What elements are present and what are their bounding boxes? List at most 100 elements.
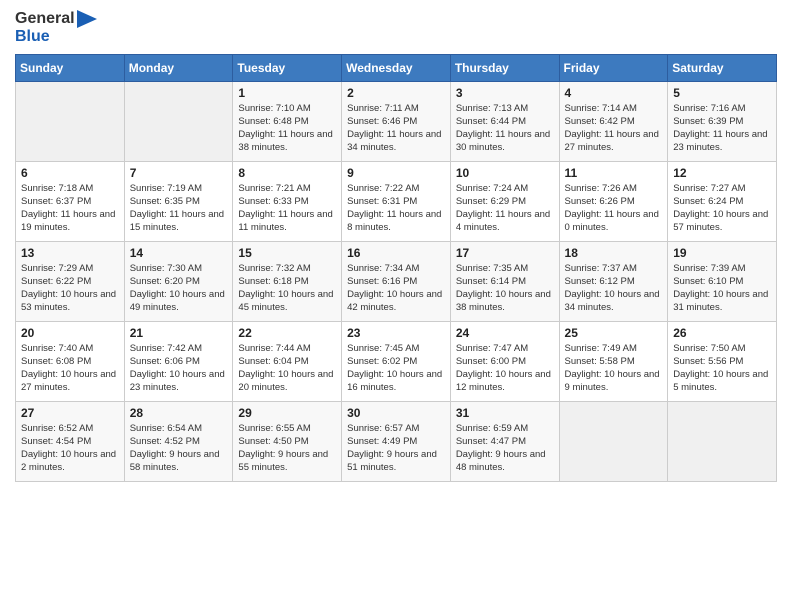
day-info: Sunrise: 7:18 AM Sunset: 6:37 PM Dayligh…: [21, 182, 119, 235]
day-number: 16: [347, 246, 445, 260]
day-info: Sunrise: 6:55 AM Sunset: 4:50 PM Dayligh…: [238, 422, 336, 475]
day-info: Sunrise: 7:26 AM Sunset: 6:26 PM Dayligh…: [565, 182, 663, 235]
day-number: 1: [238, 86, 336, 100]
day-header-monday: Monday: [124, 54, 233, 81]
calendar-header: SundayMondayTuesdayWednesdayThursdayFrid…: [16, 54, 777, 81]
day-info: Sunrise: 7:42 AM Sunset: 6:06 PM Dayligh…: [130, 342, 228, 395]
day-number: 28: [130, 406, 228, 420]
calendar-table: SundayMondayTuesdayWednesdayThursdayFrid…: [15, 54, 777, 482]
day-info: Sunrise: 7:30 AM Sunset: 6:20 PM Dayligh…: [130, 262, 228, 315]
calendar-cell: [559, 401, 668, 481]
day-number: 9: [347, 166, 445, 180]
day-info: Sunrise: 7:13 AM Sunset: 6:44 PM Dayligh…: [456, 102, 554, 155]
calendar-cell: 7 Sunrise: 7:19 AM Sunset: 6:35 PM Daylig…: [124, 161, 233, 241]
day-info: Sunrise: 7:14 AM Sunset: 6:42 PM Dayligh…: [565, 102, 663, 155]
logo-general: General: [15, 10, 75, 28]
calendar-cell: [16, 81, 125, 161]
day-number: 19: [673, 246, 771, 260]
week-row-2: 6 Sunrise: 7:18 AM Sunset: 6:37 PM Daylig…: [16, 161, 777, 241]
day-number: 26: [673, 326, 771, 340]
day-number: 10: [456, 166, 554, 180]
calendar-cell: 14Sunrise: 7:30 AM Sunset: 6:20 PM Dayli…: [124, 241, 233, 321]
day-number: 23: [347, 326, 445, 340]
day-info: Sunrise: 7:27 AM Sunset: 6:24 PM Dayligh…: [673, 182, 771, 235]
day-info: Sunrise: 7:45 AM Sunset: 6:02 PM Dayligh…: [347, 342, 445, 395]
day-number: 20: [21, 326, 119, 340]
calendar-cell: [124, 81, 233, 161]
calendar-cell: 20 Sunrise: 7:40 AM Sunset: 6:08 PM Dayli…: [16, 321, 125, 401]
calendar-cell: 3Sunrise: 7:13 AM Sunset: 6:44 PM Daylig…: [450, 81, 559, 161]
calendar-cell: 17 Sunrise: 7:35 AM Sunset: 6:14 PM Dayli…: [450, 241, 559, 321]
week-row-5: 27 Sunrise: 6:52 AM Sunset: 4:54 PM Dayli…: [16, 401, 777, 481]
day-info: Sunrise: 6:52 AM Sunset: 4:54 PM Dayligh…: [21, 422, 119, 475]
day-info: Sunrise: 7:21 AM Sunset: 6:33 PM Dayligh…: [238, 182, 336, 235]
day-info: Sunrise: 7:37 AM Sunset: 6:12 PM Dayligh…: [565, 262, 663, 315]
calendar-cell: 26Sunrise: 7:50 AM Sunset: 5:56 PM Dayli…: [668, 321, 777, 401]
calendar-cell: 15 Sunrise: 7:32 AM Sunset: 6:18 PM Dayli…: [233, 241, 342, 321]
day-info: Sunrise: 7:19 AM Sunset: 6:35 PM Dayligh…: [130, 182, 228, 235]
day-info: Sunrise: 7:11 AM Sunset: 6:46 PM Dayligh…: [347, 102, 445, 155]
calendar-cell: 29 Sunrise: 6:55 AM Sunset: 4:50 PM Dayli…: [233, 401, 342, 481]
calendar-cell: 31 Sunrise: 6:59 AM Sunset: 4:47 PM Dayli…: [450, 401, 559, 481]
calendar-cell: 18 Sunrise: 7:37 AM Sunset: 6:12 PM Dayli…: [559, 241, 668, 321]
day-info: Sunrise: 7:49 AM Sunset: 5:58 PM Dayligh…: [565, 342, 663, 395]
page-header: General Blue: [15, 10, 777, 46]
day-number: 22: [238, 326, 336, 340]
calendar-cell: 22 Sunrise: 7:44 AM Sunset: 6:04 PM Dayli…: [233, 321, 342, 401]
day-number: 5: [673, 86, 771, 100]
day-info: Sunrise: 7:22 AM Sunset: 6:31 PM Dayligh…: [347, 182, 445, 235]
week-row-4: 20 Sunrise: 7:40 AM Sunset: 6:08 PM Dayli…: [16, 321, 777, 401]
calendar-cell: 19 Sunrise: 7:39 AM Sunset: 6:10 PM Dayli…: [668, 241, 777, 321]
day-info: Sunrise: 7:35 AM Sunset: 6:14 PM Dayligh…: [456, 262, 554, 315]
day-header-sunday: Sunday: [16, 54, 125, 81]
day-info: Sunrise: 7:24 AM Sunset: 6:29 PM Dayligh…: [456, 182, 554, 235]
day-number: 13: [21, 246, 119, 260]
day-number: 2: [347, 86, 445, 100]
logo-arrow-icon: [77, 10, 97, 28]
day-number: 6: [21, 166, 119, 180]
day-number: 31: [456, 406, 554, 420]
day-number: 25: [565, 326, 663, 340]
day-number: 12: [673, 166, 771, 180]
calendar-cell: 1 Sunrise: 7:10 AM Sunset: 6:48 PM Daylig…: [233, 81, 342, 161]
calendar-cell: 13 Sunrise: 7:29 AM Sunset: 6:22 PM Dayli…: [16, 241, 125, 321]
week-row-1: 1 Sunrise: 7:10 AM Sunset: 6:48 PM Daylig…: [16, 81, 777, 161]
logo: General Blue: [15, 10, 97, 46]
day-number: 21: [130, 326, 228, 340]
day-number: 27: [21, 406, 119, 420]
day-header-saturday: Saturday: [668, 54, 777, 81]
day-info: Sunrise: 7:16 AM Sunset: 6:39 PM Dayligh…: [673, 102, 771, 155]
day-info: Sunrise: 7:10 AM Sunset: 6:48 PM Dayligh…: [238, 102, 336, 155]
day-header-friday: Friday: [559, 54, 668, 81]
day-info: Sunrise: 7:29 AM Sunset: 6:22 PM Dayligh…: [21, 262, 119, 315]
day-info: Sunrise: 6:57 AM Sunset: 4:49 PM Dayligh…: [347, 422, 445, 475]
calendar-cell: 9 Sunrise: 7:22 AM Sunset: 6:31 PM Daylig…: [342, 161, 451, 241]
day-header-thursday: Thursday: [450, 54, 559, 81]
calendar-cell: 25 Sunrise: 7:49 AM Sunset: 5:58 PM Dayli…: [559, 321, 668, 401]
day-info: Sunrise: 7:32 AM Sunset: 6:18 PM Dayligh…: [238, 262, 336, 315]
calendar-body: 1 Sunrise: 7:10 AM Sunset: 6:48 PM Daylig…: [16, 81, 777, 481]
calendar-cell: 2 Sunrise: 7:11 AM Sunset: 6:46 PM Daylig…: [342, 81, 451, 161]
day-info: Sunrise: 7:47 AM Sunset: 6:00 PM Dayligh…: [456, 342, 554, 395]
day-number: 29: [238, 406, 336, 420]
calendar-cell: 23 Sunrise: 7:45 AM Sunset: 6:02 PM Dayli…: [342, 321, 451, 401]
day-info: Sunrise: 7:39 AM Sunset: 6:10 PM Dayligh…: [673, 262, 771, 315]
calendar-cell: [668, 401, 777, 481]
calendar-cell: 16 Sunrise: 7:34 AM Sunset: 6:16 PM Dayli…: [342, 241, 451, 321]
logo-blue: Blue: [15, 28, 97, 46]
day-number: 18: [565, 246, 663, 260]
day-info: Sunrise: 6:59 AM Sunset: 4:47 PM Dayligh…: [456, 422, 554, 475]
day-info: Sunrise: 7:44 AM Sunset: 6:04 PM Dayligh…: [238, 342, 336, 395]
day-number: 7: [130, 166, 228, 180]
day-number: 4: [565, 86, 663, 100]
calendar-cell: 4 Sunrise: 7:14 AM Sunset: 6:42 PM Daylig…: [559, 81, 668, 161]
day-number: 17: [456, 246, 554, 260]
day-info: Sunrise: 7:34 AM Sunset: 6:16 PM Dayligh…: [347, 262, 445, 315]
calendar-cell: 27 Sunrise: 6:52 AM Sunset: 4:54 PM Dayli…: [16, 401, 125, 481]
day-info: Sunrise: 7:40 AM Sunset: 6:08 PM Dayligh…: [21, 342, 119, 395]
day-info: Sunrise: 6:54 AM Sunset: 4:52 PM Dayligh…: [130, 422, 228, 475]
day-number: 24: [456, 326, 554, 340]
day-number: 15: [238, 246, 336, 260]
calendar-cell: 6 Sunrise: 7:18 AM Sunset: 6:37 PM Daylig…: [16, 161, 125, 241]
calendar-cell: 24 Sunrise: 7:47 AM Sunset: 6:00 PM Dayli…: [450, 321, 559, 401]
